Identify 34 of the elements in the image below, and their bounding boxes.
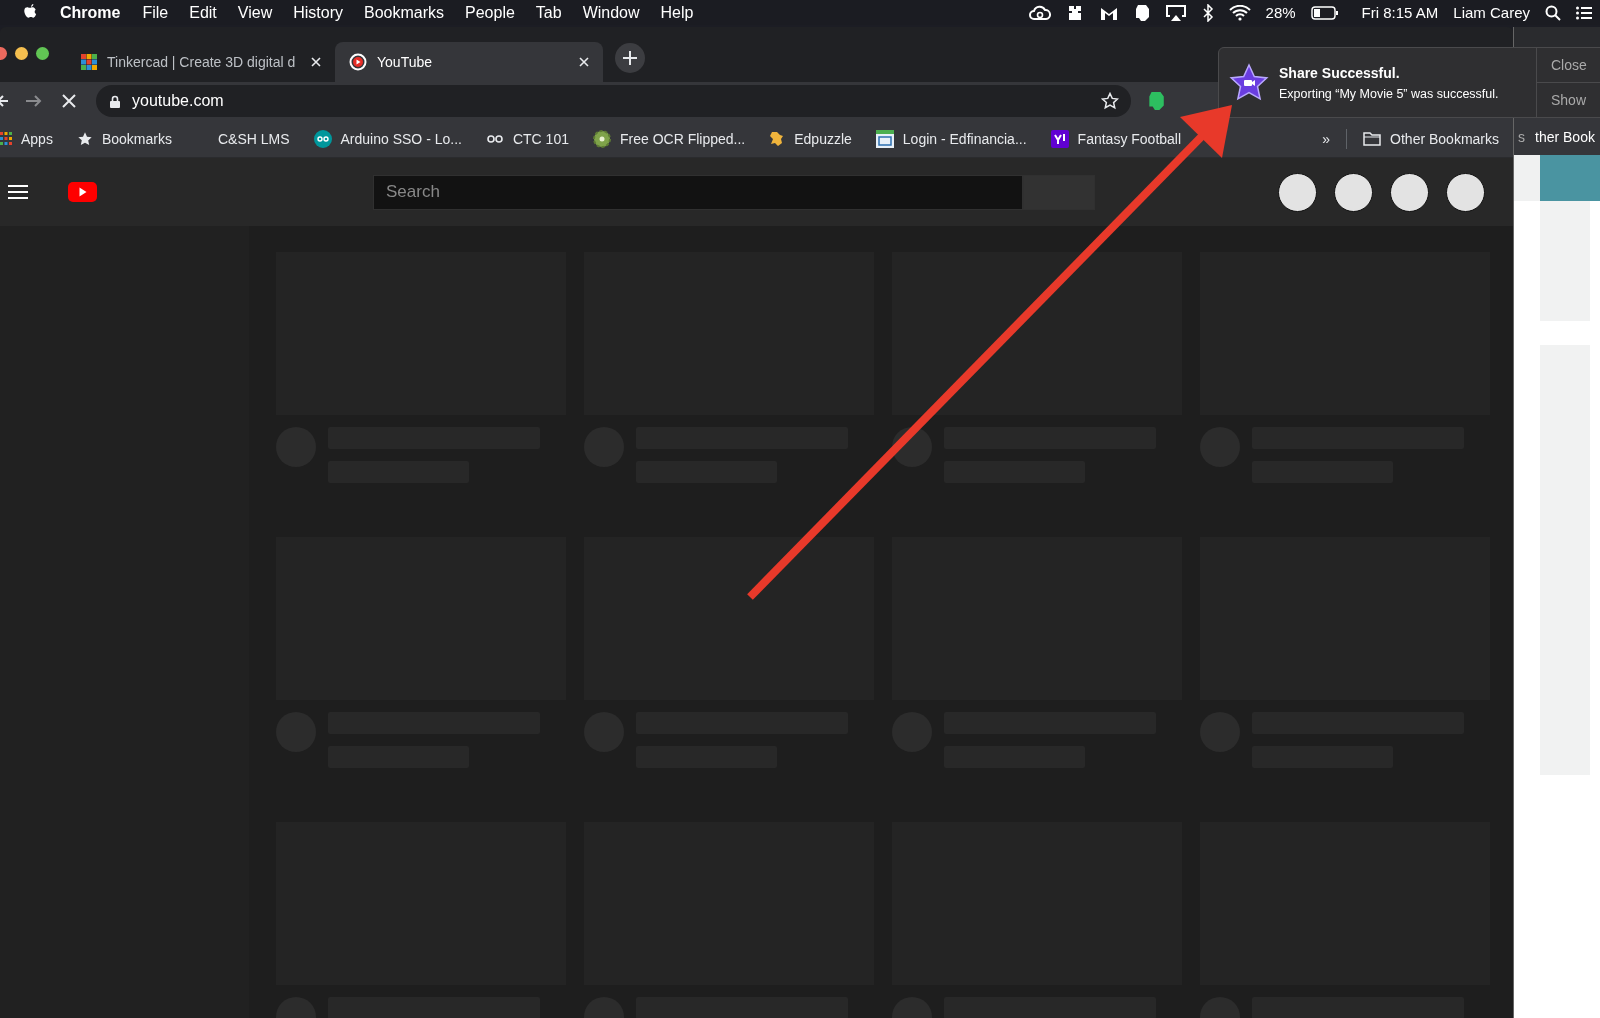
menu-item[interactable]: Bookmarks (364, 3, 444, 22)
bookmark-item[interactable]: ther Book (1535, 128, 1595, 145)
bookmark-item[interactable]: CTC 101 (485, 130, 569, 147)
notification-message: Exporting “My Movie 5” was successful. (1279, 86, 1499, 101)
other-bookmarks-folder[interactable]: Other Bookmarks (1363, 130, 1499, 147)
bookmark-item[interactable]: Fantasy Football (1050, 129, 1182, 148)
clock[interactable]: Fri 8:15 AM (1361, 4, 1439, 21)
bookmark-item[interactable]: s (1518, 128, 1525, 145)
browser-tab[interactable]: YouTube (335, 42, 603, 82)
bookmark-item[interactable]: Bookmarks (76, 130, 172, 147)
bookmark-item[interactable]: C&SH LMS (217, 130, 290, 147)
menu-item[interactable]: Help (660, 3, 694, 22)
menu-item[interactable]: Edit (189, 3, 217, 22)
app-name-menu[interactable]: Chrome (60, 3, 121, 22)
browser-tab[interactable]: Tinkercad | Create 3D digital d (67, 42, 335, 82)
menu-item[interactable]: File (142, 3, 169, 22)
menu-item[interactable]: People (465, 3, 515, 22)
battery-percent: 28% (1265, 4, 1296, 21)
menu-item[interactable]: Tab (535, 3, 562, 22)
bookmark-item[interactable]: Apps (0, 130, 53, 147)
menu-item[interactable]: View (237, 3, 273, 22)
notification-title: Share Successful. (1279, 64, 1401, 81)
bookmark-item[interactable]: Arduino SSO - Lo... (313, 129, 462, 148)
bookmark-item[interactable]: Edpuzzle (769, 129, 852, 148)
user-name[interactable]: Liam Carey (1453, 4, 1530, 21)
menu-item[interactable]: History (293, 3, 343, 22)
address-bar[interactable]: youtube.com (96, 85, 1131, 117)
overflow-chevron[interactable]: » (1322, 130, 1331, 147)
notification-button[interactable]: Close (1537, 48, 1600, 82)
notification-button[interactable]: Show (1537, 82, 1600, 117)
bookmark-item[interactable]: Login - Edfinancia... (875, 129, 1027, 148)
search-field[interactable]: Search (373, 174, 1023, 210)
menu-item[interactable]: Window (582, 3, 640, 22)
bookmark-item[interactable]: Free OCR Flipped... (592, 129, 746, 148)
